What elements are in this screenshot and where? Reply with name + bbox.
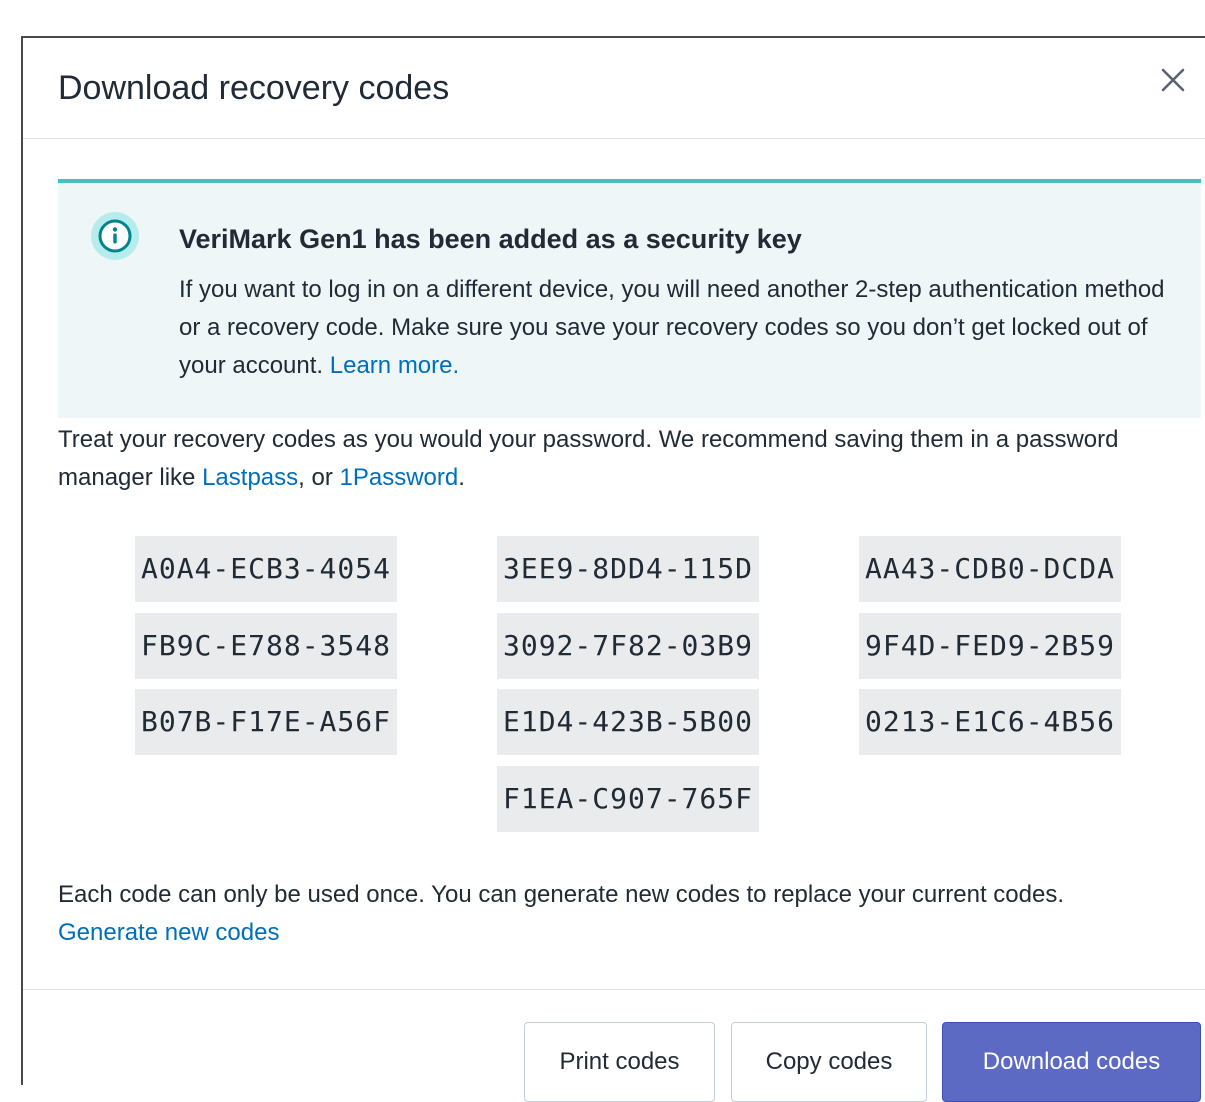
download-codes-button[interactable]: Download codes	[942, 1022, 1201, 1102]
recovery-code: AA43-CDB0-DCDA	[859, 536, 1121, 602]
footer-divider	[23, 989, 1205, 990]
single-use-notice: Each code can only be used once. You can…	[58, 876, 1188, 952]
copy-codes-button[interactable]: Copy codes	[731, 1022, 927, 1102]
generate-new-codes-link[interactable]: Generate new codes	[58, 919, 279, 946]
recovery-code: FB9C-E788-3548	[135, 613, 397, 679]
recovery-code: E1D4-423B-5B00	[497, 689, 759, 755]
intro-text-after: .	[458, 464, 465, 491]
info-circle-icon	[91, 212, 139, 260]
recovery-codes-modal: Download recovery codes VeriMark Gen1 ha…	[21, 36, 1205, 1102]
recovery-code: F1EA-C907-765F	[497, 766, 759, 832]
recovery-code: 3EE9-8DD4-115D	[497, 536, 759, 602]
recovery-code: 9F4D-FED9-2B59	[859, 613, 1121, 679]
lastpass-link[interactable]: Lastpass	[202, 464, 298, 491]
close-icon	[1161, 68, 1185, 92]
onepassword-link[interactable]: 1Password	[339, 464, 458, 491]
learn-more-link[interactable]: Learn more.	[330, 352, 459, 379]
intro-separator: , or	[298, 464, 340, 491]
close-button[interactable]	[1153, 60, 1193, 100]
intro-text: Treat your recovery codes as you would y…	[58, 421, 1178, 497]
single-use-notice-text: Each code can only be used once. You can…	[58, 881, 1065, 908]
banner-body-text: If you want to log in on a different dev…	[179, 276, 1165, 379]
recovery-code: 3092-7F82-03B9	[497, 613, 759, 679]
modal-title: Download recovery codes	[58, 69, 450, 107]
recovery-code: 0213-E1C6-4B56	[859, 689, 1121, 755]
banner-body: If you want to log in on a different dev…	[179, 271, 1179, 385]
security-key-added-banner: VeriMark Gen1 has been added as a securi…	[58, 179, 1201, 418]
recovery-code: B07B-F17E-A56F	[135, 689, 397, 755]
modal-header: Download recovery codes	[23, 38, 1205, 139]
print-codes-button[interactable]: Print codes	[524, 1022, 715, 1102]
recovery-code: A0A4-ECB3-4054	[135, 536, 397, 602]
banner-title: VeriMark Gen1 has been added as a securi…	[179, 224, 802, 254]
